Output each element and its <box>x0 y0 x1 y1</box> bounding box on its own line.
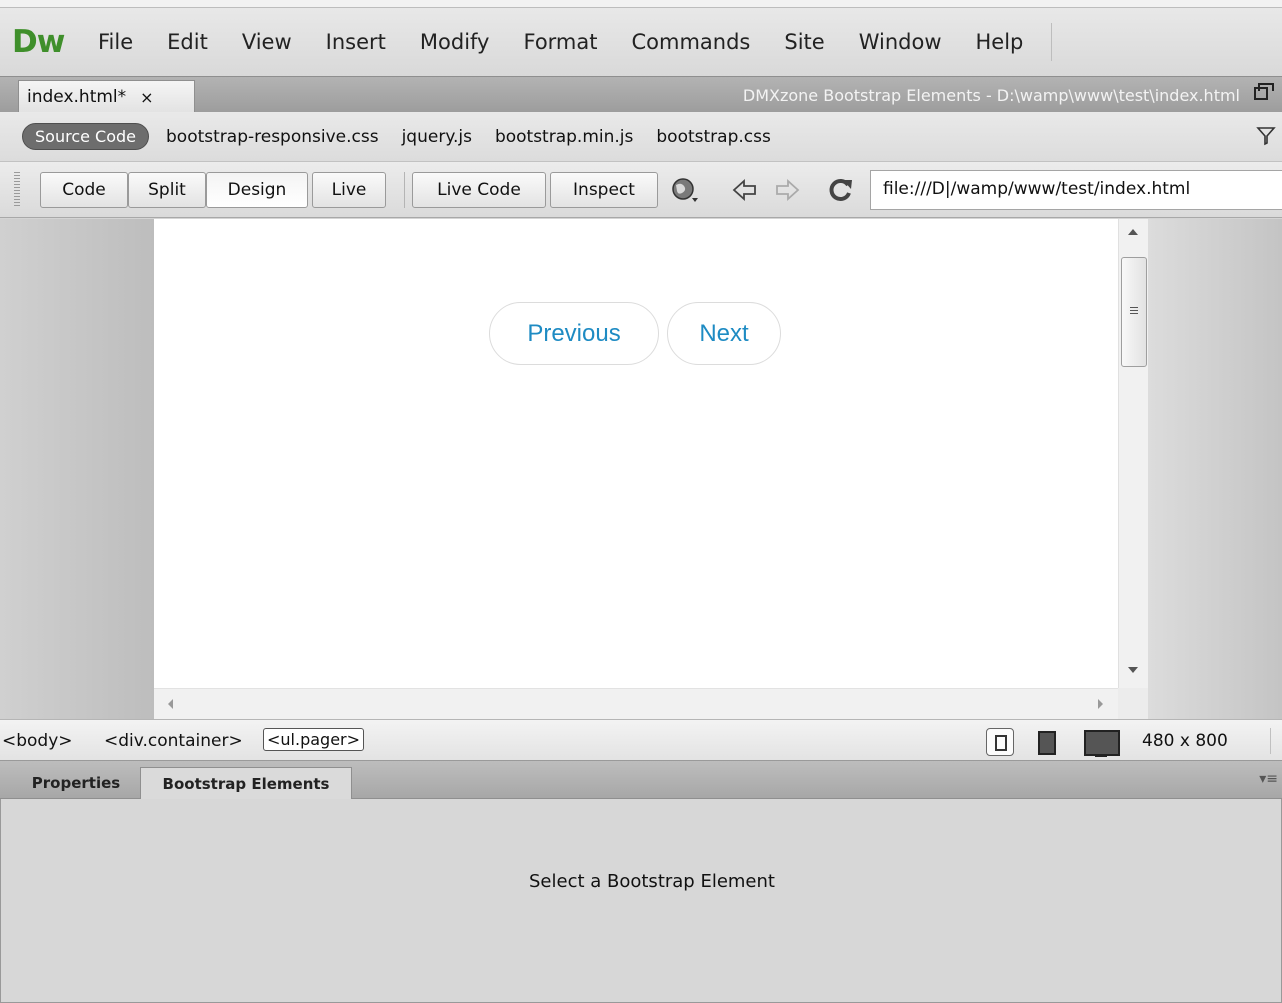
inspect-button[interactable]: Inspect <box>550 172 658 208</box>
scroll-up-icon[interactable] <box>1128 229 1138 235</box>
bootstrap-elements-panel: Select a Bootstrap Element <box>0 799 1282 1003</box>
menu-bar: Dw File Edit View Insert Modify Format C… <box>0 8 1282 76</box>
source-code-button[interactable]: Source Code <box>22 123 149 150</box>
menu-format[interactable]: Format <box>523 31 597 53</box>
scrollbar-corner <box>1118 688 1148 719</box>
menu-view[interactable]: View <box>242 31 292 53</box>
related-files-bar: Source Code bootstrap-responsive.css jqu… <box>0 112 1282 162</box>
menu-window[interactable]: Window <box>859 31 942 53</box>
menu-help[interactable]: Help <box>976 31 1024 53</box>
globe-icon[interactable] <box>670 176 700 204</box>
window-size-readout[interactable]: 480 x 800 <box>1142 731 1228 751</box>
refresh-icon[interactable] <box>826 176 856 204</box>
top-strip <box>0 0 1282 8</box>
tag-selector-body[interactable]: <body> <box>2 731 73 751</box>
design-view-button[interactable]: Design <box>206 172 308 208</box>
close-icon[interactable]: × <box>140 88 153 107</box>
status-bar: <body> <div.container> <ul.pager> 480 x … <box>0 719 1282 761</box>
related-file-bootstrap-min[interactable]: bootstrap.min.js <box>495 127 633 147</box>
document-tab-label: index.html* <box>27 87 127 107</box>
pager-previous-link[interactable]: Previous <box>489 302 659 365</box>
toolbar-grip[interactable] <box>14 172 20 206</box>
menu-insert[interactable]: Insert <box>326 31 386 53</box>
vertical-scrollbar[interactable] <box>1118 219 1148 688</box>
canvas-right-gutter <box>1148 219 1282 719</box>
related-file-bootstrap-css[interactable]: bootstrap.css <box>656 127 770 147</box>
live-code-button[interactable]: Live Code <box>412 172 546 208</box>
toolbar-divider <box>404 172 405 208</box>
menu-divider <box>1051 23 1053 61</box>
document-toolbar: Code Split Design Live Live Code Inspect… <box>0 162 1282 218</box>
horizontal-scrollbar[interactable] <box>154 688 1118 719</box>
back-arrow-icon[interactable] <box>730 176 760 204</box>
mobile-size-icon[interactable] <box>986 728 1014 756</box>
pager-next-link[interactable]: Next <box>667 302 781 365</box>
scroll-left-icon[interactable] <box>168 699 173 709</box>
scroll-right-icon[interactable] <box>1098 699 1103 709</box>
split-view-button[interactable]: Split <box>128 172 206 208</box>
filter-icon[interactable] <box>1256 126 1276 146</box>
menu-modify[interactable]: Modify <box>420 31 490 53</box>
tag-selector-ul-pager[interactable]: <ul.pager> <box>263 728 365 751</box>
vertical-scroll-thumb[interactable] <box>1121 257 1147 367</box>
live-view-button[interactable]: Live <box>312 172 386 208</box>
forward-arrow-icon[interactable] <box>772 176 802 204</box>
menu-site[interactable]: Site <box>784 31 824 53</box>
related-file-jquery[interactable]: jquery.js <box>402 127 472 147</box>
tab-properties[interactable]: Properties <box>14 767 138 799</box>
document-tab[interactable]: index.html* × <box>18 80 195 113</box>
canvas-left-gutter <box>0 219 154 719</box>
panel-message: Select a Bootstrap Element <box>529 871 775 892</box>
dreamweaver-logo: Dw <box>12 23 65 60</box>
menu-edit[interactable]: Edit <box>167 31 208 53</box>
restore-window-icon[interactable] <box>1254 83 1274 100</box>
tag-selector-div-container[interactable]: <div.container> <box>104 731 243 751</box>
related-file-bootstrap-responsive[interactable]: bootstrap-responsive.css <box>166 127 379 147</box>
status-divider <box>1270 728 1271 754</box>
desktop-size-icon[interactable] <box>1082 728 1122 758</box>
window-title: DMXzone Bootstrap Elements - D:\wamp\www… <box>742 86 1240 105</box>
panel-options-icon[interactable]: ▾≡ <box>1259 771 1278 787</box>
tab-bootstrap-elements[interactable]: Bootstrap Elements <box>140 767 352 799</box>
scroll-down-icon[interactable] <box>1128 667 1138 673</box>
address-bar[interactable]: file:///D|/wamp/www/test/index.html <box>870 170 1282 210</box>
design-canvas[interactable] <box>154 219 1118 688</box>
code-view-button[interactable]: Code <box>40 172 128 208</box>
menu-commands[interactable]: Commands <box>632 31 751 53</box>
menu-file[interactable]: File <box>98 31 133 53</box>
document-tab-bar: index.html* × DMXzone Bootstrap Elements… <box>0 76 1282 113</box>
tablet-size-icon[interactable] <box>1032 728 1060 756</box>
panel-tab-bar: Properties Bootstrap Elements ▾≡ <box>0 761 1282 799</box>
